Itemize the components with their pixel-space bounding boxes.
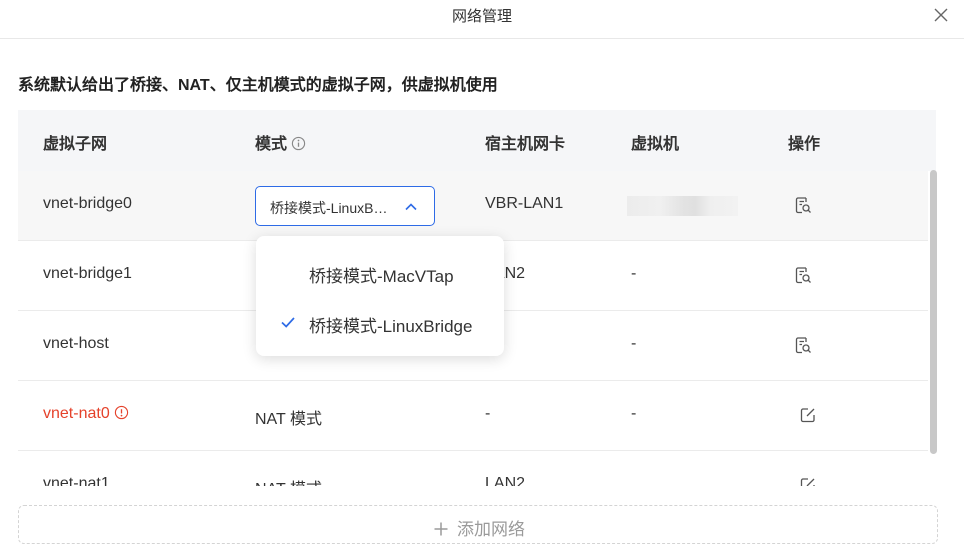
vm-name-redacted — [627, 196, 738, 216]
table-row: vnet-nat0 NAT 模式 - - — [18, 381, 928, 451]
plus-icon — [434, 522, 448, 536]
table-scrollbar[interactable] — [930, 170, 937, 454]
dropdown-option-label: 桥接模式-MacVTap — [309, 267, 454, 286]
edit-button[interactable] — [798, 475, 818, 486]
dropdown-option-linuxbridge[interactable]: 桥接模式-LinuxBridge — [256, 300, 504, 344]
mode-dropdown-menu: 桥接模式-MacVTap 桥接模式-LinuxBridge — [256, 236, 504, 356]
mode-select[interactable]: 桥接模式-LinuxBridge — [255, 186, 435, 226]
checkmark-icon — [281, 317, 295, 328]
subnet-name: vnet-nat0 — [43, 405, 129, 423]
header-vm: 虚拟机 — [631, 136, 680, 153]
dropdown-option-macvtap[interactable]: 桥接模式-MacVTap — [256, 250, 504, 294]
warning-info-icon[interactable] — [114, 405, 129, 420]
subnet-name: vnet-host — [43, 335, 109, 352]
dialog-header: 网络管理 — [0, 0, 964, 39]
dialog-title: 网络管理 — [451, 8, 512, 25]
view-button[interactable] — [793, 265, 813, 285]
close-button[interactable] — [930, 4, 952, 26]
header-actions: 操作 — [788, 136, 821, 153]
close-icon — [934, 8, 948, 22]
host-nic: VBR-LAN1 — [485, 195, 564, 212]
table-header: 虚拟子网 模式 宿主机网卡 虚拟机 操作 — [18, 110, 936, 171]
header-subnet: 虚拟子网 — [43, 136, 108, 153]
subnet-name: vnet-bridge1 — [43, 265, 132, 282]
edit-button[interactable] — [798, 405, 818, 425]
view-button[interactable] — [793, 335, 813, 355]
add-network-label: 添加网络 — [19, 515, 939, 540]
description-text: 系统默认给出了桥接、NAT、仅主机模式的虚拟子网，供虚拟机使用 — [18, 77, 498, 94]
table-row: vnet-nat1 NAT 模式 LAN2 — [18, 451, 928, 486]
view-details-icon — [795, 267, 811, 284]
edit-icon — [800, 408, 815, 423]
subnet-name: vnet-bridge0 — [43, 195, 132, 212]
add-network-button[interactable]: 添加网络 — [18, 505, 938, 544]
dropdown-option-label: 桥接模式-LinuxBridge — [309, 317, 473, 336]
table-row: vnet-bridge0 桥接模式-LinuxBridge VBR-LAN1 — [18, 171, 928, 241]
vm-value: - — [631, 265, 637, 282]
subnet-name: vnet-nat1 — [43, 475, 110, 486]
vm-value: - — [631, 335, 637, 352]
view-details-icon — [795, 197, 811, 214]
mode-value: NAT 模式 — [255, 411, 322, 428]
host-nic: - — [485, 405, 491, 422]
chevron-up-icon — [405, 203, 417, 211]
edit-icon — [800, 478, 815, 486]
vm-value: - — [631, 405, 637, 422]
view-details-icon — [795, 337, 811, 354]
info-icon[interactable] — [291, 136, 306, 151]
host-nic: LAN2 — [485, 475, 526, 486]
mode-select-value: 桥接模式-LinuxBridge — [270, 200, 390, 216]
view-button[interactable] — [793, 195, 813, 215]
header-mode: 模式 — [255, 130, 306, 154]
mode-value: NAT 模式 — [255, 475, 322, 486]
header-host-nic: 宿主机网卡 — [485, 136, 566, 153]
